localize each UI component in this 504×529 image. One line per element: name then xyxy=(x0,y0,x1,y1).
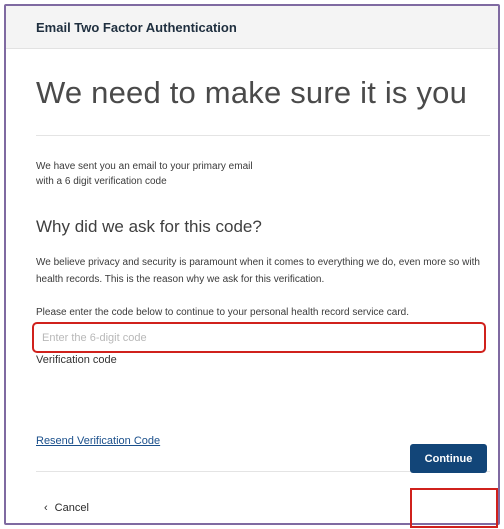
cancel-button[interactable]: ‹ Cancel xyxy=(44,502,89,514)
modal-title: Email Two Factor Authentication xyxy=(36,19,237,35)
cancel-label: Cancel xyxy=(54,502,89,514)
verification-code-input[interactable] xyxy=(32,322,486,353)
page-headline: We need to make sure it is you xyxy=(36,75,468,110)
continue-highlight-box xyxy=(410,488,498,528)
chevron-left-icon: ‹ xyxy=(44,501,48,514)
resend-code-link[interactable]: Resend Verification Code xyxy=(36,435,160,447)
intro-text: We have sent you an email to your primar… xyxy=(36,159,336,189)
instruction-text: Please enter the code below to continue … xyxy=(36,307,409,318)
divider xyxy=(36,135,490,136)
intro-line-2: with a 6 digit verification code xyxy=(36,176,167,187)
continue-button[interactable]: Continue xyxy=(410,444,487,473)
intro-line-1: We have sent you an email to your primar… xyxy=(36,161,253,172)
modal-header: Email Two Factor Authentication xyxy=(6,6,498,49)
verification-code-label: Verification code xyxy=(36,354,117,366)
why-heading: Why did we ask for this code? xyxy=(36,217,262,236)
why-paragraph: We believe privacy and security is param… xyxy=(36,257,480,285)
